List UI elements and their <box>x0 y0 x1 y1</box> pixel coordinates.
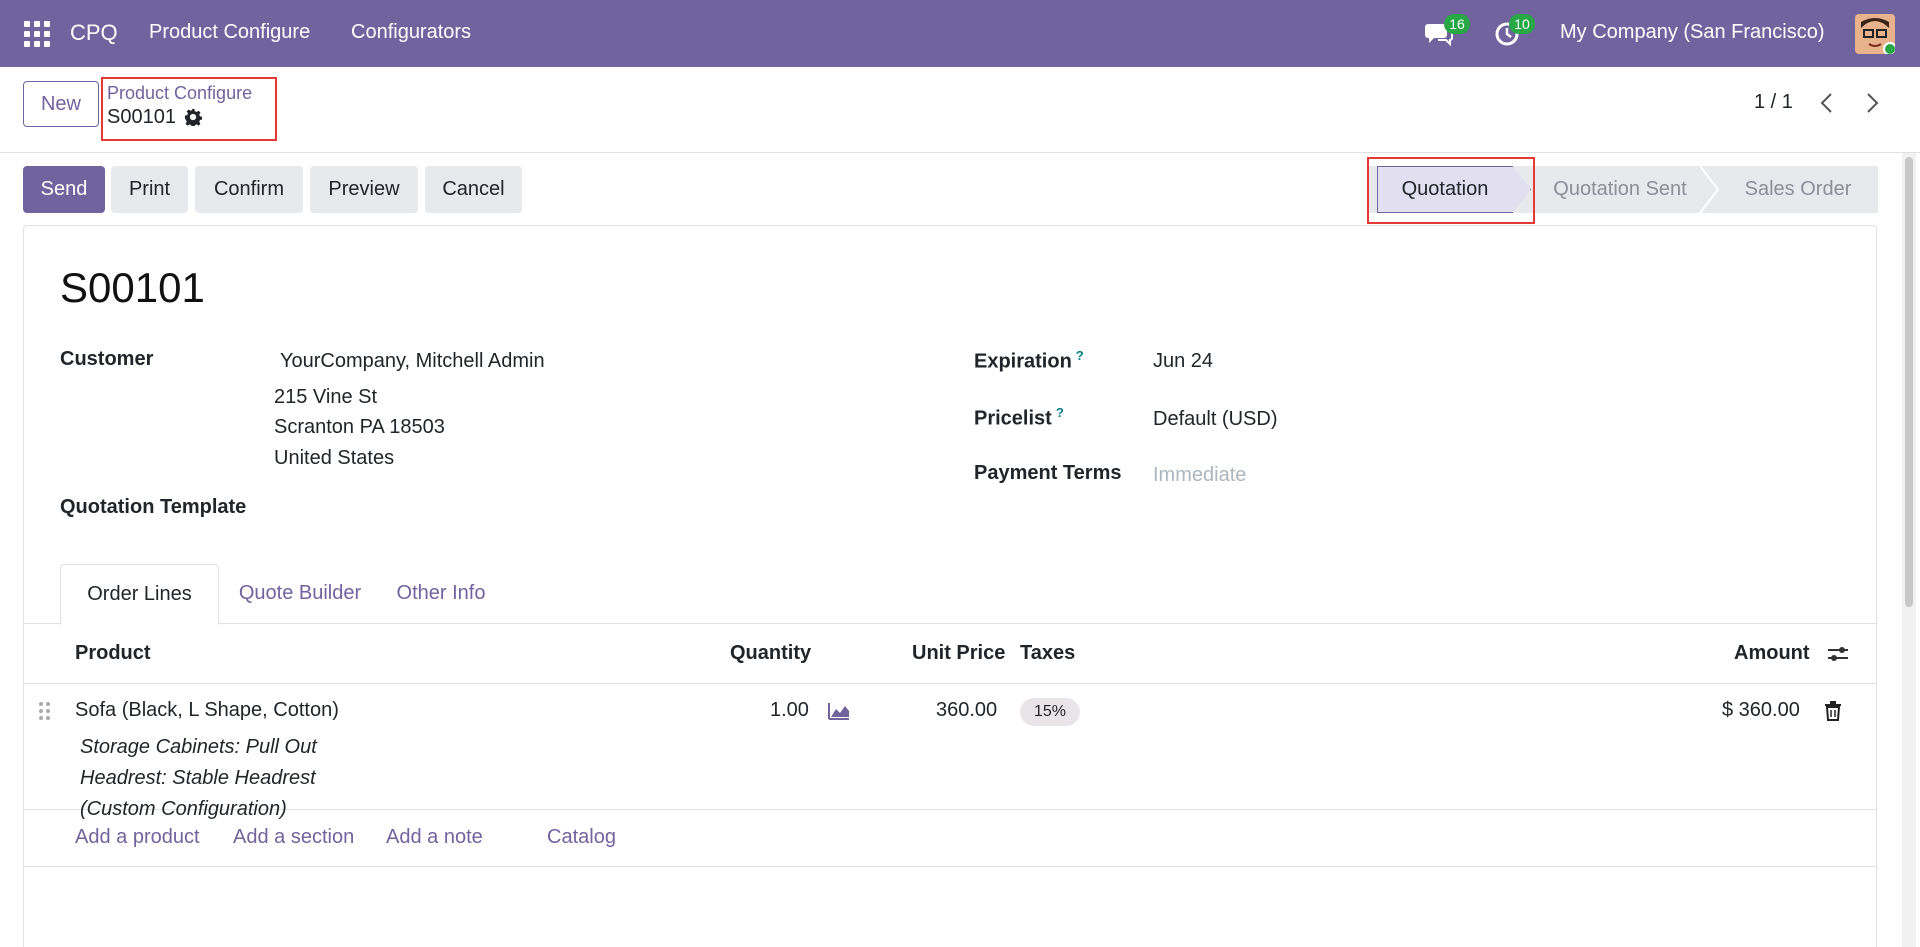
add-note-link[interactable]: Add a note <box>386 826 483 849</box>
breadcrumb-current: S00101 <box>107 104 271 130</box>
pager-value[interactable]: 1 / 1 <box>1754 91 1793 114</box>
catalog-link[interactable]: Catalog <box>547 826 616 849</box>
pricelist-label: Pricelist? <box>974 405 1064 430</box>
line-quantity[interactable]: 1.00 <box>770 699 809 722</box>
forecast-chart-icon[interactable] <box>827 701 851 721</box>
expiration-help-icon[interactable]: ? <box>1076 348 1084 363</box>
app-brand[interactable]: CPQ <box>70 20 118 46</box>
line-amount: $ 360.00 <box>1722 699 1800 721</box>
confirm-button[interactable]: Confirm <box>195 166 303 213</box>
gear-icon[interactable] <box>184 108 202 126</box>
drag-handle-icon[interactable] <box>38 700 52 722</box>
cancel-button[interactable]: Cancel <box>425 166 522 213</box>
apps-grid-icon[interactable] <box>24 21 50 47</box>
payment-terms-label: Payment Terms <box>974 462 1122 484</box>
description-line-1: Storage Cabinets: Pull Out <box>80 736 317 758</box>
activities-count-badge: 10 <box>1509 14 1535 34</box>
customer-field[interactable]: YourCompany, Mitchell Admin <box>280 350 545 373</box>
send-button[interactable]: Send <box>23 166 105 213</box>
column-taxes[interactable]: Taxes <box>1020 642 1075 665</box>
action-bar: Send Print Confirm Preview Cancel Quotat… <box>0 153 1900 225</box>
top-navbar: CPQ Product Configure Configurators 16 1… <box>0 0 1920 67</box>
company-switcher[interactable]: My Company (San Francisco) <box>1560 21 1825 44</box>
scrollbar-thumb[interactable] <box>1905 157 1913 607</box>
line-product[interactable]: Sofa (Black, L Shape, Cotton) <box>75 699 339 722</box>
pager-previous-button[interactable] <box>1814 89 1838 117</box>
line-unit-price[interactable]: 360.00 <box>936 699 997 722</box>
add-section-link[interactable]: Add a section <box>233 826 354 849</box>
print-button[interactable]: Print <box>111 166 188 213</box>
trash-icon[interactable] <box>1824 701 1842 721</box>
form-sheet: S00101 Customer YourCompany, Mitchell Ad… <box>23 225 1877 947</box>
address-line-3: United States <box>274 447 395 469</box>
breadcrumb: Product Configure S00101 <box>101 77 277 141</box>
pricelist-help-icon[interactable]: ? <box>1056 405 1064 420</box>
new-button[interactable]: New <box>23 81 99 127</box>
add-product-link[interactable]: Add a product <box>75 826 200 849</box>
online-status-dot <box>1883 42 1895 54</box>
stage-sales-order[interactable]: Sales Order <box>1718 166 1878 213</box>
column-quantity[interactable]: Quantity <box>730 642 811 665</box>
pager-next-button[interactable] <box>1861 89 1885 117</box>
chevron-right-icon <box>1867 93 1879 113</box>
order-lines-header: Product Quantity Unit Price Taxes Amount <box>24 624 1876 684</box>
chevron-left-icon <box>1820 93 1832 113</box>
control-panel: New Product Configure S00101 1 / 1 <box>0 67 1920 153</box>
quotation-template-label: Quotation Template <box>60 496 247 518</box>
notebook-tabs: Order Lines Quote Builder Other Info <box>24 564 1876 625</box>
breadcrumb-parent-link[interactable]: Product Configure <box>107 82 271 104</box>
address-line-2: Scranton PA 18503 <box>274 416 445 438</box>
tab-other-info[interactable]: Other Info <box>382 564 500 623</box>
expiration-label: Expiration? <box>974 348 1084 373</box>
column-amount[interactable]: Amount <box>1734 642 1810 665</box>
messages-count-badge: 16 <box>1444 14 1470 34</box>
tab-order-lines[interactable]: Order Lines <box>60 564 219 625</box>
column-unit-price[interactable]: Unit Price <box>912 642 1005 665</box>
column-product[interactable]: Product <box>75 642 151 665</box>
optional-columns-icon[interactable] <box>1826 643 1850 665</box>
tax-badge[interactable]: 15% <box>1020 698 1081 726</box>
menu-product-configure[interactable]: Product Configure <box>149 21 310 44</box>
pricelist-field[interactable]: Default (USD) <box>1153 408 1277 431</box>
preview-button[interactable]: Preview <box>310 166 418 213</box>
user-avatar[interactable] <box>1855 14 1895 54</box>
table-row[interactable]: Sofa (Black, L Shape, Cotton) Storage Ca… <box>24 684 1876 820</box>
menu-configurators[interactable]: Configurators <box>351 21 471 44</box>
stage-quotation-sent[interactable]: Quotation Sent <box>1536 166 1704 213</box>
stage-highlight-box <box>1367 157 1535 224</box>
description-line-2: Headrest: Stable Headrest <box>80 767 316 789</box>
record-title: S00101 <box>60 264 205 311</box>
breadcrumb-current-label: S00101 <box>107 106 176 128</box>
tab-quote-builder[interactable]: Quote Builder <box>220 564 380 623</box>
page-scrollbar[interactable] <box>1902 153 1916 947</box>
address-line-1: 215 Vine St <box>274 386 378 408</box>
payment-terms-field[interactable]: Immediate <box>1153 464 1246 487</box>
expiration-field[interactable]: Jun 24 <box>1153 350 1213 373</box>
customer-label: Customer <box>60 348 154 370</box>
add-line-row: Add a product Add a section Add a note C… <box>24 810 1876 867</box>
